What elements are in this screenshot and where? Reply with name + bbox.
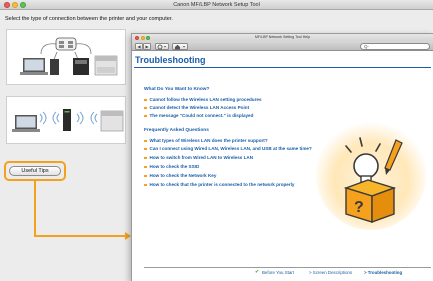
help-window-titlebar: MF/LBP Network Setting Tool Help [132,34,433,41]
bullet-icon [144,147,147,151]
svg-text:?: ? [354,199,364,216]
section-faq: Frequently Asked Questions [144,128,209,133]
help-window-title: MF/LBP Network Setting Tool Help [254,35,311,39]
action-menu-button[interactable] [155,43,169,50]
bullet-icon [144,114,147,118]
section-what-to-know: What Do You Want to Know? [144,87,210,92]
know-link[interactable]: The message "Could not connect." is disp… [144,113,253,118]
footer-screen-descriptions[interactable]: > Screen Descriptions [309,270,352,275]
faq-link[interactable]: Can I connect using Wired LAN, Wireless … [144,146,312,151]
title-divider [134,67,431,68]
bullet-icon [144,156,147,160]
help-window: MF/LBP Network Setting Tool Help ◀ ▶ Q- … [131,33,433,281]
faq-link[interactable]: How to check the Network Key [144,173,216,178]
checkmark-icon: ✔ [255,269,260,275]
page-title: Troubleshooting [135,55,206,65]
faq-link[interactable]: How to switch from Wired LAN to Wireless… [144,155,253,160]
footer-divider [144,267,431,268]
forward-button[interactable]: ▶ [143,43,151,50]
gear-icon [157,44,166,50]
help-toolbar: ◀ ▶ Q- [132,41,433,51]
know-link[interactable]: Cannot follow the Wireless LAN setting p… [144,97,262,102]
faq-link[interactable]: How to check the SSID [144,164,199,169]
back-arrow-icon: ◀ [137,44,141,49]
back-button[interactable]: ◀ [135,43,143,50]
bullet-icon [144,139,147,143]
help-search-input[interactable]: Q- [360,43,430,50]
footer-troubleshooting[interactable]: > Troubleshooting [364,270,402,275]
bullet-icon [144,183,147,187]
forward-arrow-icon: ▶ [145,44,149,49]
search-icon: Q- [364,44,369,49]
home-menu-button[interactable] [172,43,188,50]
lightbulb-box-icon: ? [343,137,403,223]
bullet-icon [144,106,147,110]
bullet-icon [144,98,147,102]
bullet-icon [144,174,147,178]
bullet-icon [144,165,147,169]
faq-link[interactable]: How to check that the printer is connect… [144,182,294,187]
footer-before-you-start[interactable]: Before You Start [262,270,294,275]
faq-link[interactable]: What types of Wireless LAN does the prin… [144,138,268,143]
home-icon [175,44,185,50]
know-link[interactable]: Cannot detect the Wireless LAN Access Po… [144,105,249,110]
